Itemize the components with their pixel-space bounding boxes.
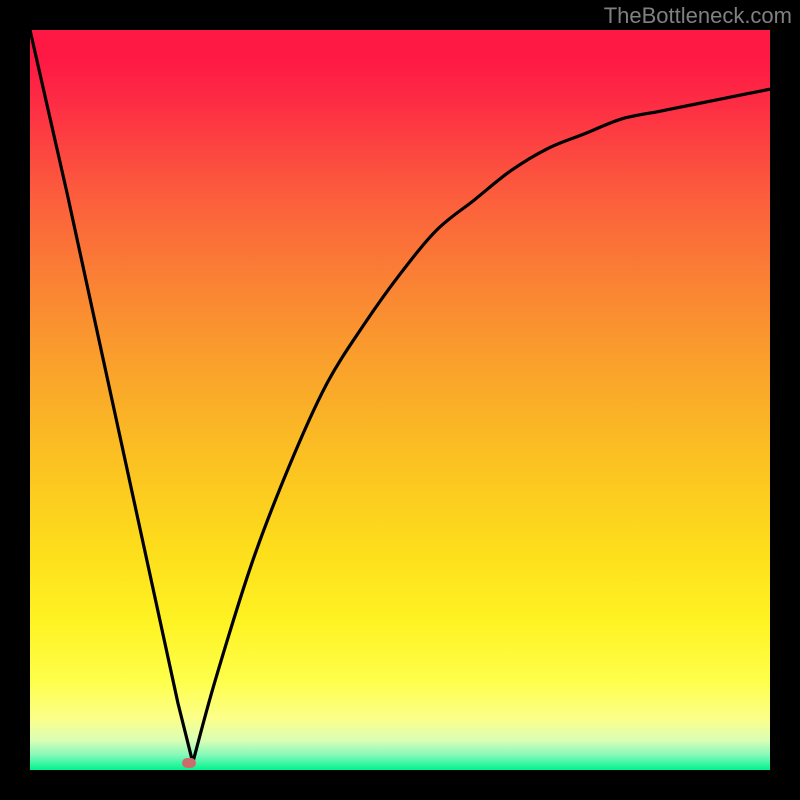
watermark-text: TheBottleneck.com [604,3,792,29]
curve-svg [30,30,770,770]
chart-frame: TheBottleneck.com [0,0,800,800]
plot-area [30,30,770,770]
bottleneck-curve [30,30,770,763]
highlight-dot [182,758,196,768]
